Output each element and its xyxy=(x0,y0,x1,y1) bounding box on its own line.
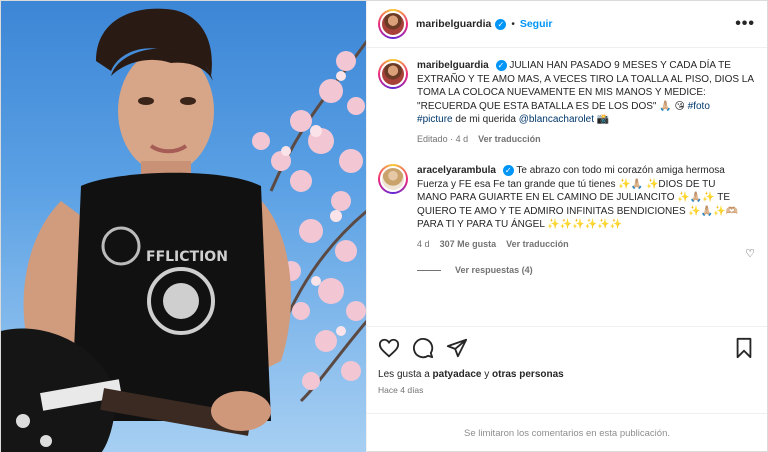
comment-meta: 4 d 307 Me gusta Ver traducción xyxy=(417,238,741,252)
commenter-username[interactable]: aracelyarambula xyxy=(417,165,496,176)
author-avatar[interactable] xyxy=(378,9,409,39)
comments-scroll-area[interactable]: maribelguardia ✓ JULIAN HAN PASADO 9 MES… xyxy=(367,49,767,325)
post-actions: Les gusta a patyadace y otras personas H… xyxy=(367,326,767,395)
comment-icon[interactable] xyxy=(412,337,434,359)
share-icon[interactable] xyxy=(446,337,468,359)
post-detail-pane: maribelguardia ✓ • Seguir ••• maribelgua… xyxy=(366,1,767,452)
view-replies[interactable]: Ver respuestas (4) xyxy=(417,265,767,275)
commenter-avatar[interactable] xyxy=(378,164,409,194)
post-time-ago[interactable]: Hace 4 días xyxy=(378,385,755,395)
comment-age: 4 d xyxy=(417,238,430,249)
comment-translate-link[interactable]: Ver traducción xyxy=(506,238,569,252)
verified-badge-icon: ✓ xyxy=(495,59,507,71)
camera-emoji: 📸 xyxy=(596,114,610,125)
comment-text-block: aracelyarambula ✓ Te abrazo con todo mi … xyxy=(417,164,741,232)
hashtag-foto[interactable]: #foto xyxy=(688,101,710,112)
heart-icon[interactable] xyxy=(378,337,400,359)
photo-credit-user[interactable]: @blancacharolet xyxy=(519,114,594,125)
likes-summary: Les gusta a patyadace y otras personas xyxy=(378,369,755,380)
more-options-icon[interactable]: ••• xyxy=(735,15,755,33)
caption-entry: maribelguardia ✓ JULIAN HAN PASADO 9 MES… xyxy=(367,49,767,146)
author-username[interactable]: maribelguardia xyxy=(416,18,491,30)
post-photo[interactable]: FFLICTION xyxy=(1,1,367,452)
likes-user[interactable]: patyadace xyxy=(433,369,482,380)
replies-divider xyxy=(417,269,442,271)
photo-credit-prefix: de mi querida xyxy=(455,114,516,125)
comment-likes-count[interactable]: 307 Me gusta xyxy=(440,238,497,252)
comments-disabled-notice: Se limitaron los comentarios en esta pub… xyxy=(367,413,767,452)
action-icons-row xyxy=(378,335,755,361)
view-replies-label[interactable]: Ver respuestas (4) xyxy=(455,265,533,275)
caption-meta: Editado · 4 d Ver traducción xyxy=(417,133,755,147)
caption-text-block: maribelguardia ✓ JULIAN HAN PASADO 9 MES… xyxy=(417,59,755,127)
caption-avatar[interactable] xyxy=(378,59,409,89)
comment-entry: aracelyarambula ✓ Te abrazo con todo mi … xyxy=(367,146,767,251)
comment-like-heart-icon[interactable]: ♡ xyxy=(745,247,755,260)
bookmark-icon[interactable] xyxy=(733,337,755,359)
likes-middle: y xyxy=(484,369,490,380)
caption-quote: "RECUERDA QUE ESTA BATALLA ES DE LOS DOS… xyxy=(417,100,685,112)
separator-dot: • xyxy=(511,18,515,30)
hashtag-picture[interactable]: #picture xyxy=(417,114,453,125)
caption-username[interactable]: maribelguardia xyxy=(417,60,489,71)
likes-others[interactable]: otras personas xyxy=(492,369,564,380)
svg-text:FFLICTION: FFLICTION xyxy=(146,249,228,265)
likes-prefix: Les gusta a xyxy=(378,369,430,380)
caption-translate-link[interactable]: Ver traducción xyxy=(478,133,541,147)
follow-button[interactable]: Seguir xyxy=(520,18,553,30)
post-header: maribelguardia ✓ • Seguir ••• xyxy=(367,1,767,48)
caption-edited: Editado · 4 d xyxy=(417,133,469,144)
photo-illustration: FFLICTION xyxy=(1,8,367,452)
instagram-post-view: FFLICTION maribelguardia ✓ • Seguir ••• xyxy=(0,0,768,452)
verified-badge-icon: ✓ xyxy=(495,18,507,30)
verified-badge-icon: ✓ xyxy=(502,164,514,176)
